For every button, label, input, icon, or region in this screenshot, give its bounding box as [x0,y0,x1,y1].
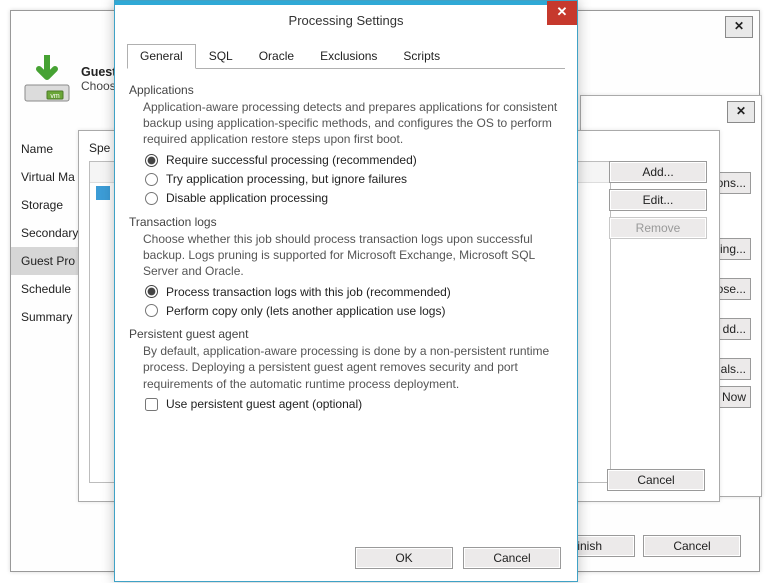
radio-process-logs[interactable] [145,285,158,298]
list-label: Spe [89,141,110,155]
tab-general[interactable]: General [127,44,196,69]
ok-button[interactable]: OK [355,547,453,569]
close-icon[interactable]: ✕ [547,1,577,25]
group-transaction-logs: Transaction logs [129,215,563,229]
tab-strip: General SQL Oracle Exclusions Scripts [127,43,565,69]
edit-button[interactable]: Edit... [609,189,707,211]
add-button[interactable]: Add... [609,161,707,183]
radio-try-processing-label: Try application processing, but ignore f… [166,172,407,186]
persistent-agent-description: By default, application-aware processing… [143,343,563,392]
processing-settings-dialog: Processing Settings ✕ General SQL Oracle… [114,0,578,582]
tab-oracle[interactable]: Oracle [246,44,307,69]
tab-scripts[interactable]: Scripts [390,44,453,69]
dialog-titlebar: Processing Settings ✕ [115,1,577,33]
dialog-title: Processing Settings [289,13,404,28]
wizard-header: vm Guest Choos [23,55,116,103]
cancel-button[interactable]: Cancel [607,469,705,491]
svg-text:vm: vm [50,93,60,100]
wizard-title: Guest [81,65,116,79]
group-persistent-agent: Persistent guest agent [129,327,563,341]
radio-require-processing-label: Require successful processing (recommend… [166,153,417,167]
remove-button: Remove [609,217,707,239]
radio-process-logs-label: Process transaction logs with this job (… [166,285,451,299]
cancel-button[interactable]: Cancel [463,547,561,569]
radio-copy-only-label: Perform copy only (lets another applicat… [166,304,445,318]
checkbox-persistent-agent[interactable] [145,398,158,411]
wizard-subtitle: Choos [81,79,116,93]
checkbox-persistent-agent-label: Use persistent guest agent (optional) [166,397,362,411]
applications-description: Application-aware processing detects and… [143,99,563,148]
radio-disable-processing-label: Disable application processing [166,191,328,205]
tab-sql[interactable]: SQL [196,44,246,69]
radio-copy-only[interactable] [145,304,158,317]
vm-icon [96,186,110,200]
radio-require-processing[interactable] [145,154,158,167]
cancel-button[interactable]: Cancel [643,535,741,557]
tab-exclusions[interactable]: Exclusions [307,44,390,69]
close-icon[interactable]: ✕ [725,16,753,38]
guest-processing-icon: vm [23,55,71,103]
transaction-logs-description: Choose whether this job should process t… [143,231,563,280]
close-icon[interactable]: ✕ [727,101,755,123]
radio-try-processing[interactable] [145,173,158,186]
radio-disable-processing[interactable] [145,192,158,205]
group-applications: Applications [129,83,563,97]
